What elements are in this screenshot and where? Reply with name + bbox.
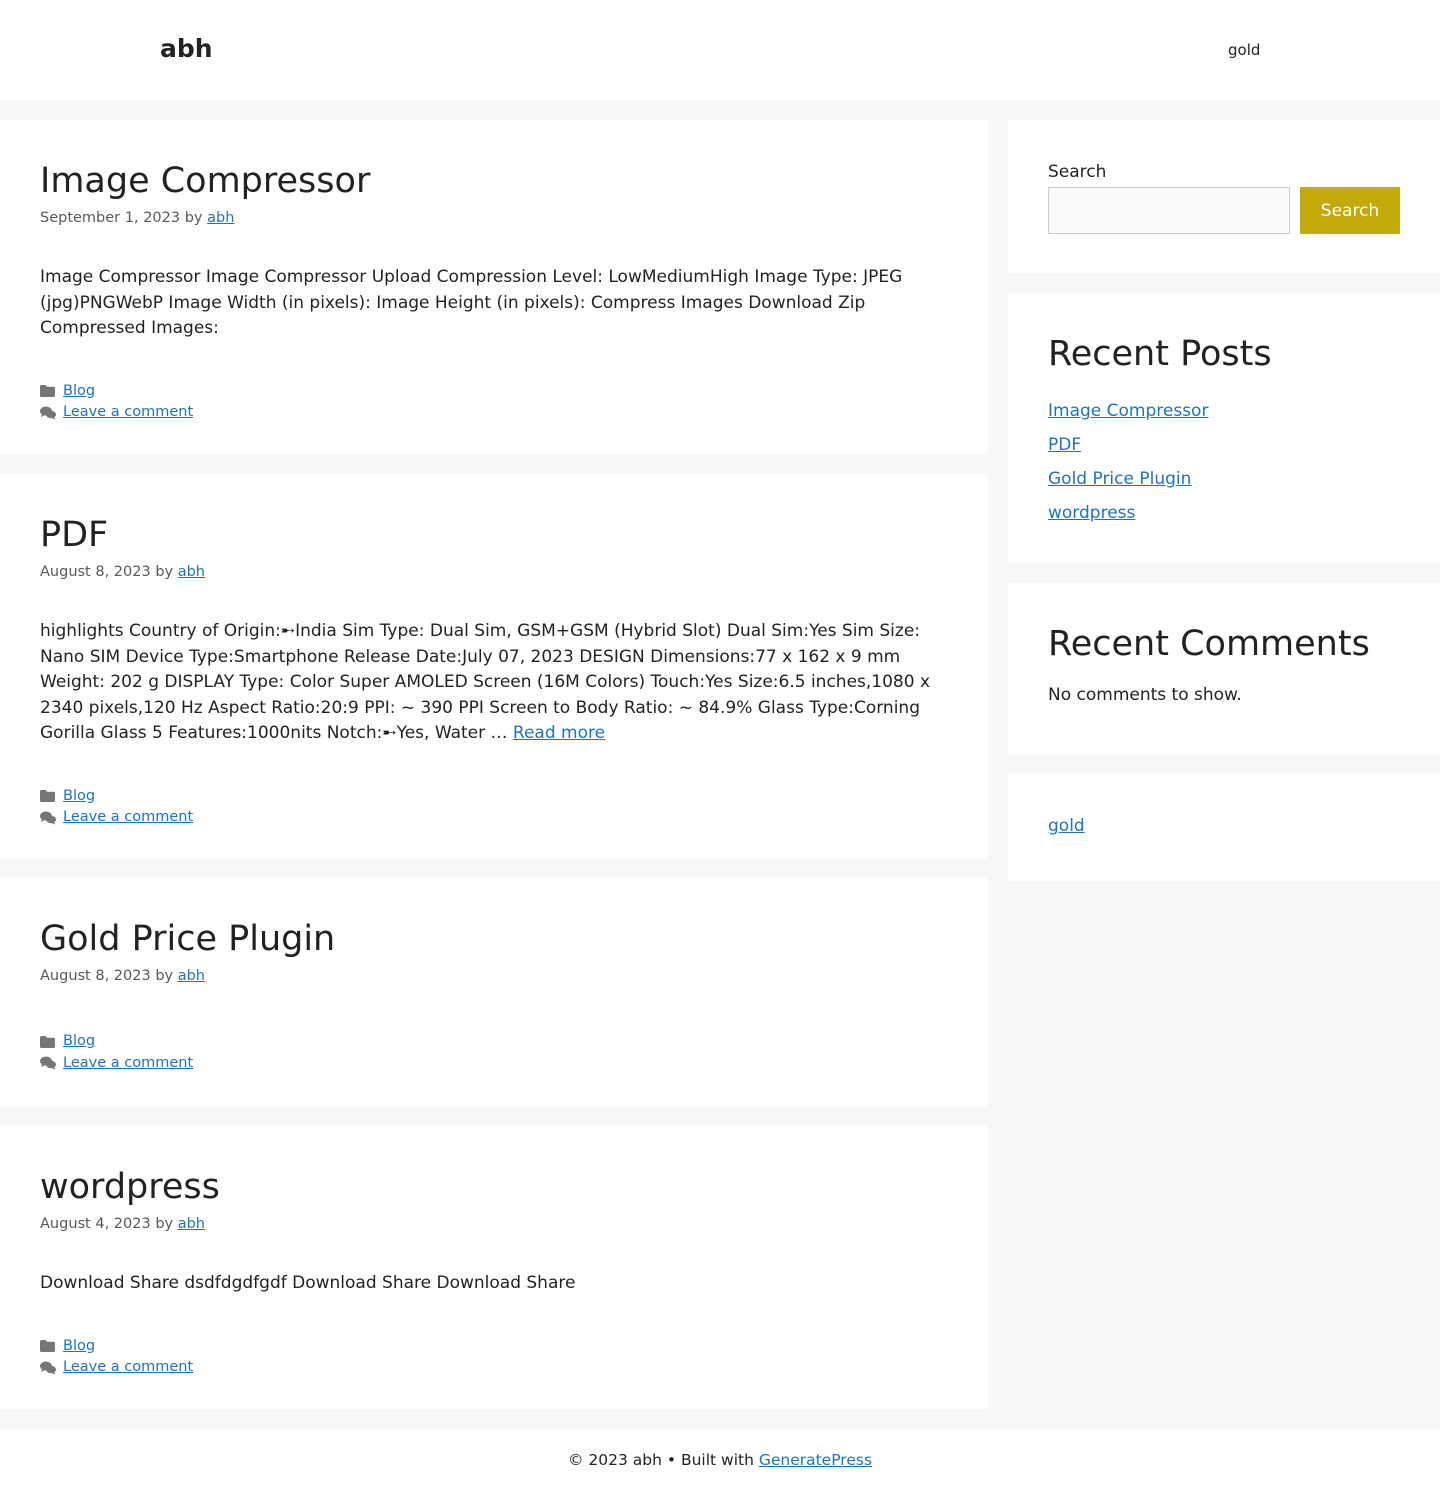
search-label: Search xyxy=(1048,162,1107,182)
post-by: by xyxy=(155,968,174,984)
nav-item-gold[interactable]: gold xyxy=(1216,38,1272,62)
site-footer: © 2023 abh • Built with GeneratePress xyxy=(0,1429,1440,1492)
post-excerpt: Image Compressor Image Compressor Upload… xyxy=(40,267,903,338)
search-input[interactable] xyxy=(1048,187,1290,234)
list-item: Image Compressor xyxy=(1048,394,1400,428)
post-footer: Blog Leave a comment xyxy=(40,381,948,424)
post-meta: September 1, 2023 by abh xyxy=(40,208,948,228)
recent-post-link[interactable]: Gold Price Plugin xyxy=(1048,469,1191,489)
post-category-link[interactable]: Blog xyxy=(63,381,95,403)
folder-icon xyxy=(40,385,63,398)
post-author-link[interactable]: abh xyxy=(178,564,205,580)
post-title[interactable]: PDF xyxy=(40,514,948,556)
no-comments-text: No comments to show. xyxy=(1048,685,1242,705)
comments-icon xyxy=(40,811,63,825)
comments-icon xyxy=(40,406,63,420)
search-form: Search xyxy=(1048,187,1400,234)
list-item: PDF xyxy=(1048,428,1400,462)
nav-widget: gold xyxy=(1008,774,1440,881)
post-excerpt-text: highlights Country of Origin:➸India Sim … xyxy=(40,621,931,743)
gold-link[interactable]: gold xyxy=(1048,816,1085,836)
post-meta: August 8, 2023 by abh xyxy=(40,966,948,986)
recent-posts-list: Image Compressor PDF Gold Price Plugin w… xyxy=(1048,394,1400,530)
list-item: Gold Price Plugin xyxy=(1048,462,1400,496)
post-comment-link[interactable]: Leave a comment xyxy=(63,1357,193,1379)
post-category-link[interactable]: Blog xyxy=(63,1031,95,1053)
site-header: abh gold xyxy=(0,0,1440,100)
post-date: September 1, 2023 xyxy=(40,210,181,226)
folder-icon xyxy=(40,790,63,803)
search-button[interactable]: Search xyxy=(1300,187,1400,234)
post-date: August 8, 2023 xyxy=(40,968,151,984)
recent-post-link[interactable]: PDF xyxy=(1048,435,1081,455)
post-footer: Blog Leave a comment xyxy=(40,1031,948,1074)
post-category-link[interactable]: Blog xyxy=(63,786,95,808)
recent-post-link[interactable]: Image Compressor xyxy=(1048,401,1208,421)
post-comment-link[interactable]: Leave a comment xyxy=(63,1053,193,1075)
post-author-link[interactable]: abh xyxy=(178,1216,205,1232)
footer-copyright: © 2023 abh • Built with xyxy=(567,1451,759,1469)
recent-post-link[interactable]: wordpress xyxy=(1048,503,1135,523)
post-date: August 4, 2023 xyxy=(40,1216,151,1232)
post-title[interactable]: Gold Price Plugin xyxy=(40,918,948,960)
search-widget: Search Search xyxy=(1008,120,1440,273)
post-author-link[interactable]: abh xyxy=(207,210,234,226)
post-title[interactable]: Image Compressor xyxy=(40,160,948,202)
post-card: Gold Price Plugin August 8, 2023 by abh … xyxy=(0,878,988,1106)
folder-icon xyxy=(40,1035,63,1048)
comments-icon xyxy=(40,1361,63,1375)
list-item: wordpress xyxy=(1048,496,1400,530)
post-comment-link[interactable]: Leave a comment xyxy=(63,402,193,424)
post-excerpt: highlights Country of Origin:➸India Sim … xyxy=(40,619,940,747)
post-excerpt: Download Share dsdfdgdfgdf Download Shar… xyxy=(40,1273,576,1293)
post-author-link[interactable]: abh xyxy=(178,968,205,984)
post-meta: August 8, 2023 by abh xyxy=(40,562,948,582)
folder-icon xyxy=(40,1340,63,1353)
post-date: August 8, 2023 xyxy=(40,564,151,580)
recent-comments-title: Recent Comments xyxy=(1048,624,1370,664)
post-footer: Blog Leave a comment xyxy=(40,786,948,829)
post-card: PDF August 8, 2023 by abh highlights Cou… xyxy=(0,474,988,858)
post-meta: August 4, 2023 by abh xyxy=(40,1214,948,1234)
site-title[interactable]: abh xyxy=(160,33,213,65)
read-more-link[interactable]: Read more xyxy=(513,723,605,743)
post-by: by xyxy=(184,210,203,226)
generatepress-link[interactable]: GeneratePress xyxy=(759,1451,872,1469)
post-footer: Blog Leave a comment xyxy=(40,1336,948,1379)
post-comment-link[interactable]: Leave a comment xyxy=(63,807,193,829)
post-by: by xyxy=(155,564,174,580)
post-card: Image Compressor September 1, 2023 by ab… xyxy=(0,120,988,454)
recent-posts-title: Recent Posts xyxy=(1048,334,1272,374)
post-by: by xyxy=(155,1216,174,1232)
post-card: wordpress August 4, 2023 by abh Download… xyxy=(0,1126,988,1409)
recent-posts-widget: Recent Posts Image Compressor PDF Gold P… xyxy=(1008,293,1440,563)
comments-icon xyxy=(40,1056,63,1070)
post-title[interactable]: wordpress xyxy=(40,1166,948,1208)
post-category-link[interactable]: Blog xyxy=(63,1336,95,1358)
recent-comments-widget: Recent Comments No comments to show. xyxy=(1008,583,1440,754)
